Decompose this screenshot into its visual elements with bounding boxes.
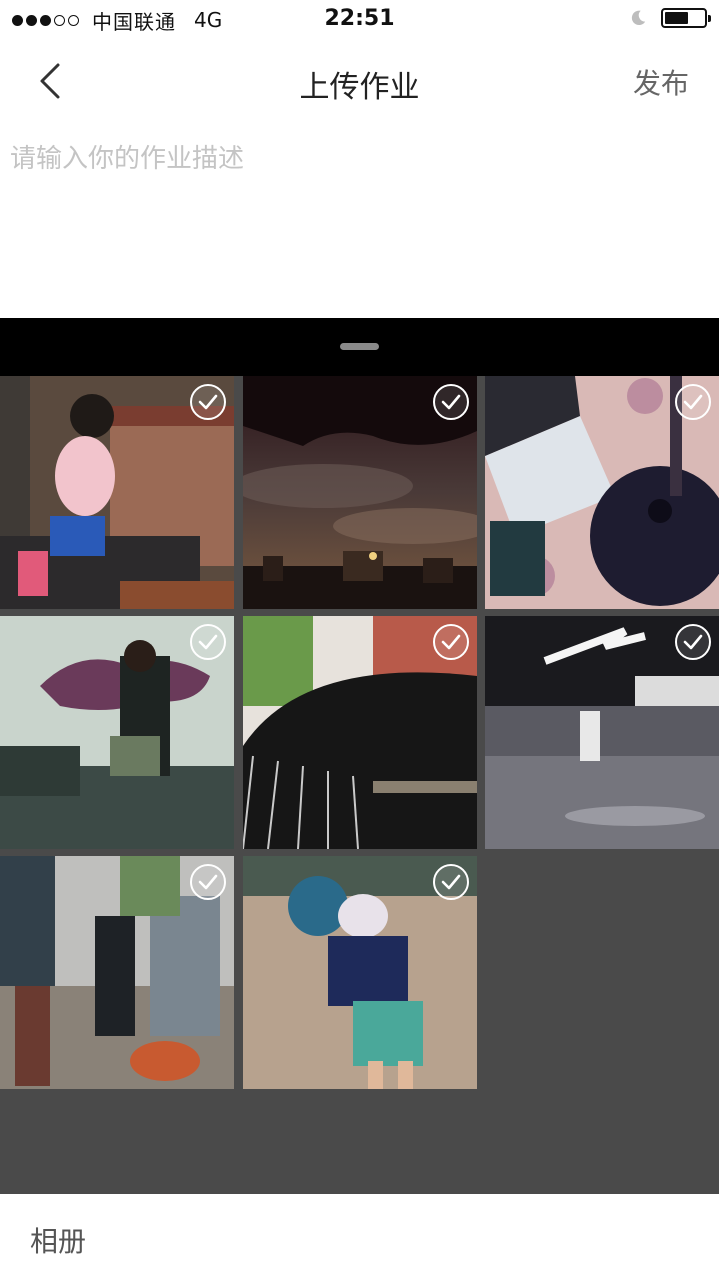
photo-thumbnail[interactable] <box>243 856 477 1089</box>
photo-thumbnail[interactable] <box>0 616 234 849</box>
publish-button[interactable]: 发布 <box>633 62 689 102</box>
moon-icon <box>631 10 646 26</box>
nav-bar: 上传作业 发布 <box>0 40 719 124</box>
battery-icon <box>661 8 711 28</box>
photo-thumbnail[interactable] <box>243 616 477 849</box>
status-bar: 中国联通 4G 22:51 <box>0 0 719 40</box>
photo-thumbnail[interactable] <box>243 376 477 609</box>
selected-check-icon[interactable] <box>190 384 226 420</box>
status-time: 22:51 <box>324 6 395 31</box>
photo-picker-sheet <box>0 318 719 1194</box>
selected-check-icon[interactable] <box>675 384 711 420</box>
status-right <box>629 8 711 28</box>
selected-check-icon[interactable] <box>190 864 226 900</box>
drag-handle[interactable] <box>340 343 379 350</box>
bottom-bar: 相册 <box>0 1194 719 1280</box>
photo-thumbnail[interactable] <box>485 376 719 609</box>
selected-check-icon[interactable] <box>190 624 226 660</box>
selected-check-icon[interactable] <box>433 384 469 420</box>
description-input[interactable] <box>10 138 700 298</box>
description-area <box>0 124 719 318</box>
selected-check-icon[interactable] <box>433 864 469 900</box>
photo-thumbnail[interactable] <box>485 616 719 849</box>
selected-check-icon[interactable] <box>433 624 469 660</box>
selected-check-icon[interactable] <box>675 624 711 660</box>
photo-thumbnail[interactable] <box>0 376 234 609</box>
page-title: 上传作业 <box>299 70 420 105</box>
photo-thumbnail[interactable] <box>0 856 234 1089</box>
album-button[interactable]: 相册 <box>30 1220 86 1260</box>
sheet-header <box>0 318 719 376</box>
